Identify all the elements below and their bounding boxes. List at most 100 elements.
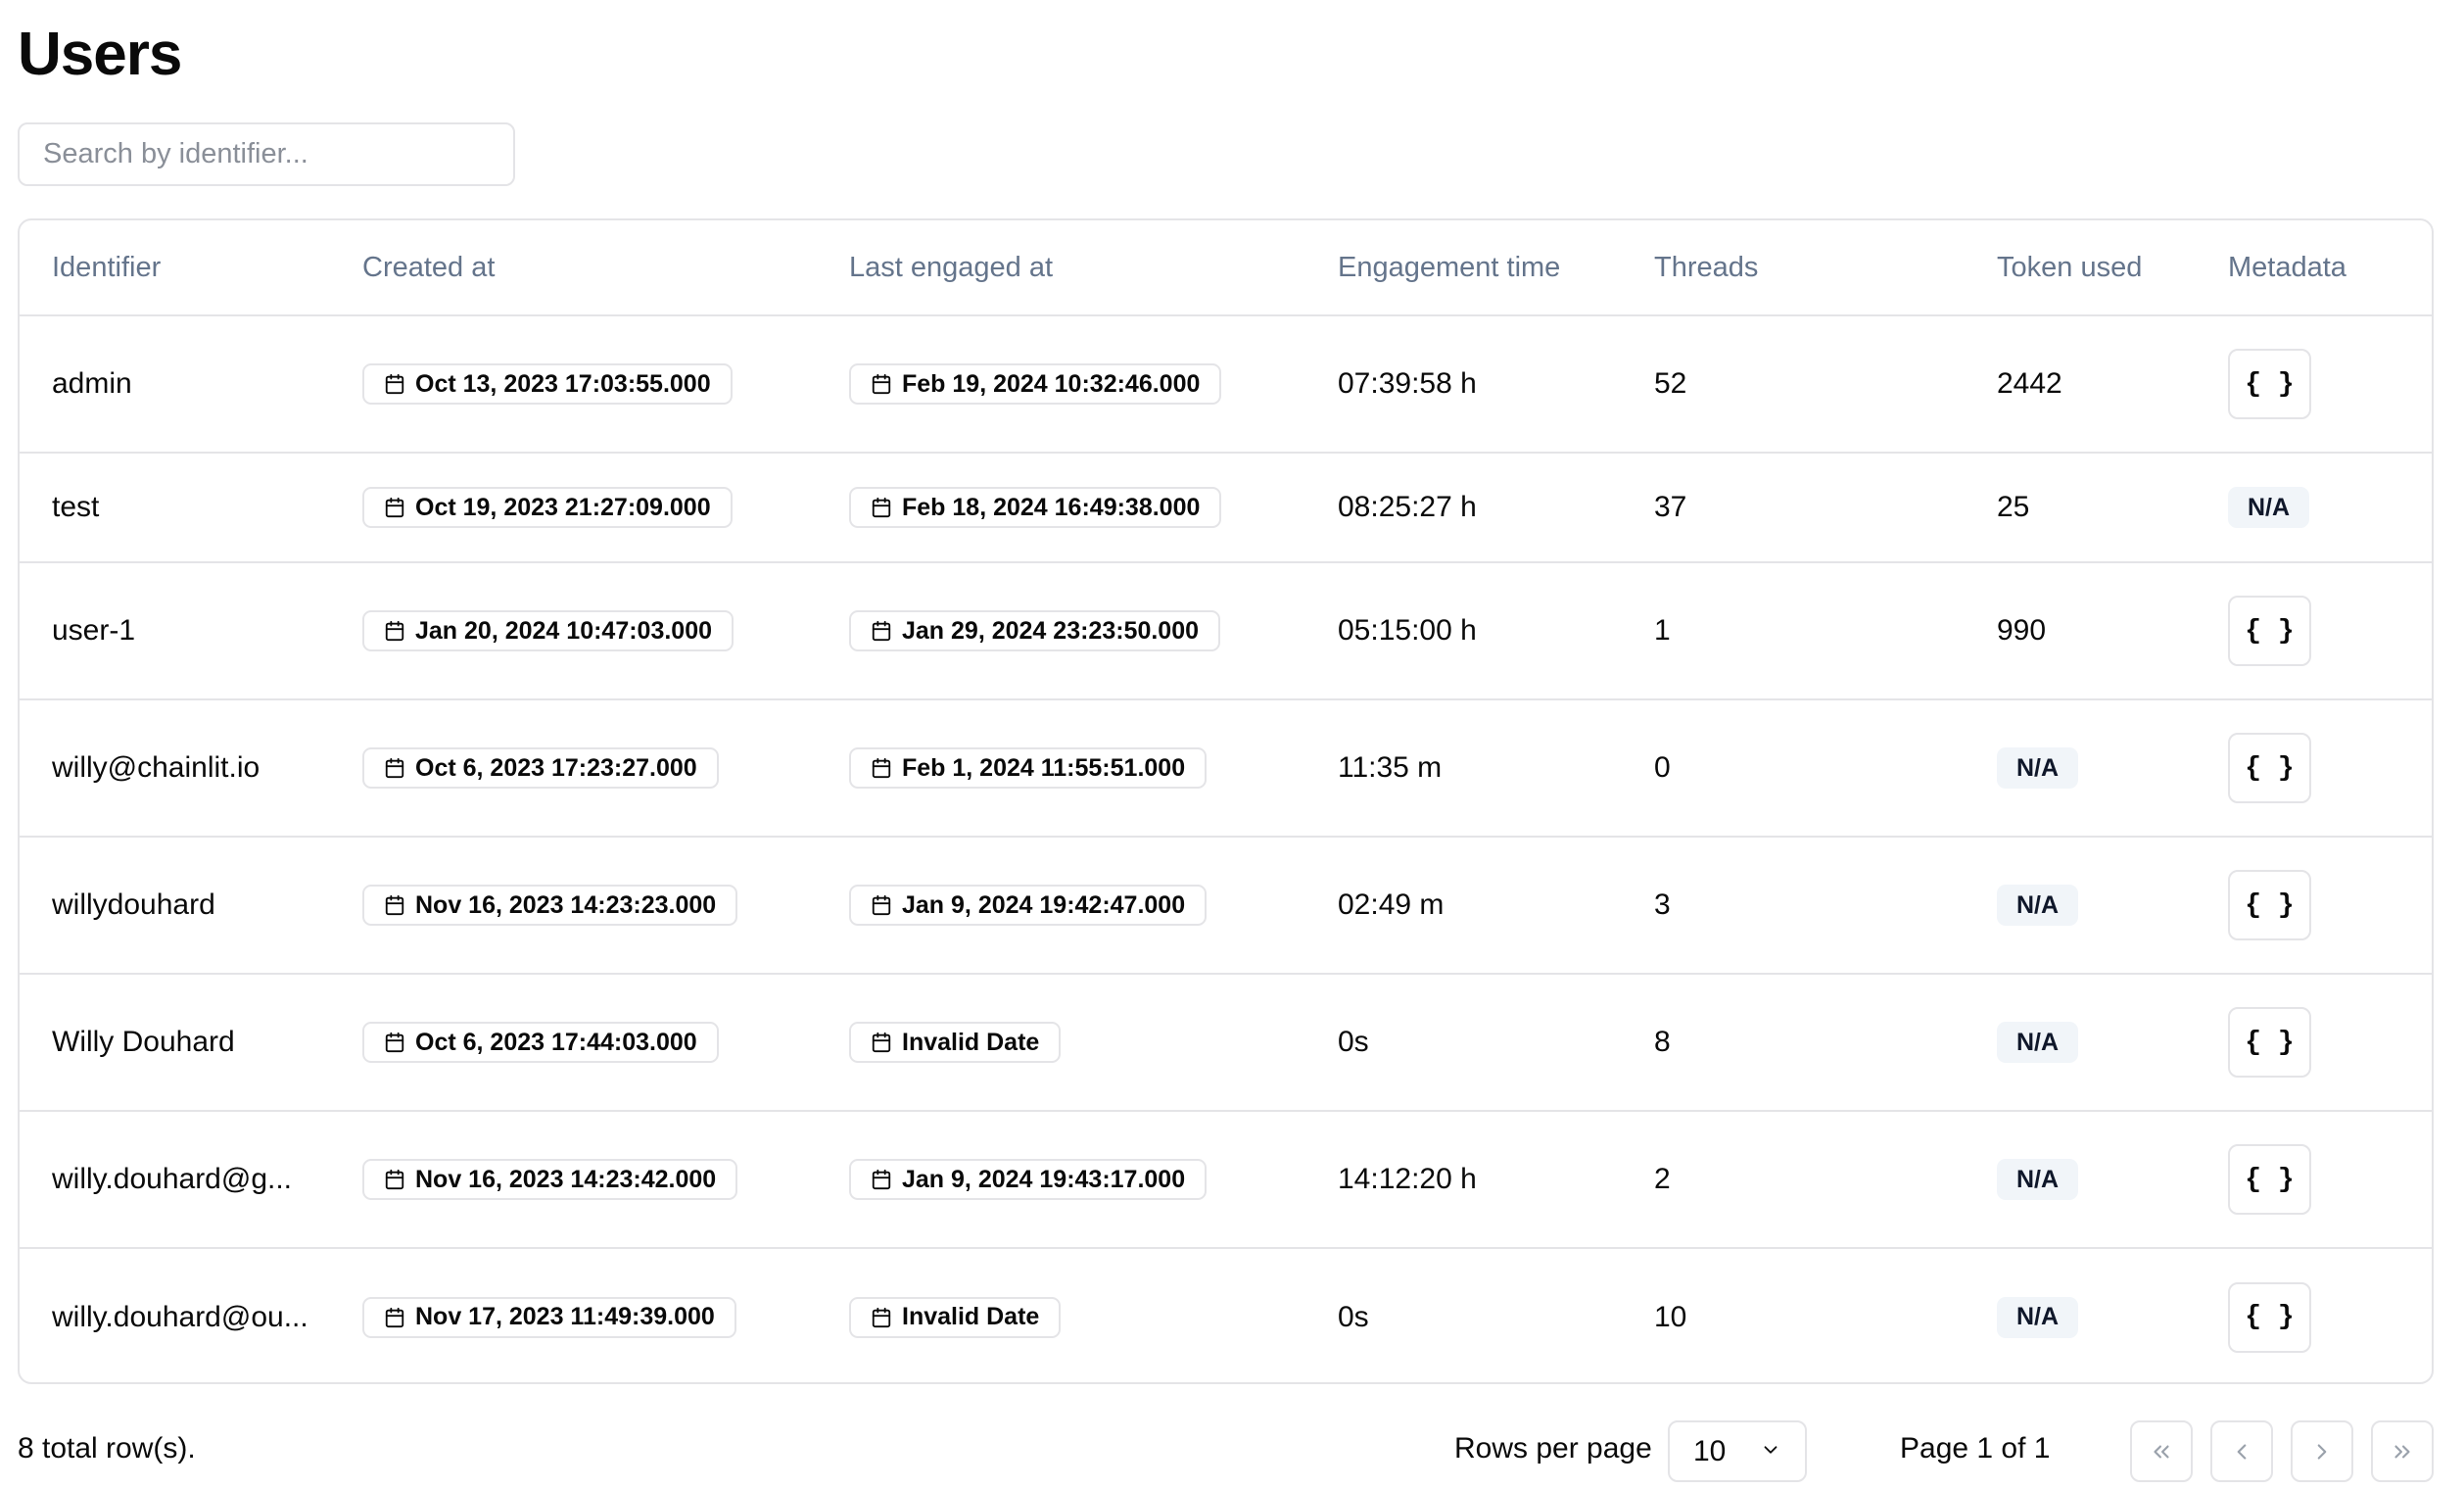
table-row: user-1 Jan 20, 2024 10:47:03.000 Jan 29, 2… [20, 562, 2432, 699]
metadata-button[interactable]: { } [2228, 1281, 2311, 1353]
metadata-button[interactable]: { } [2228, 596, 2311, 666]
token-na-badge: N/A [1997, 1296, 2079, 1338]
last-engaged-at-badge: Invalid Date [849, 1296, 1062, 1338]
threads-cell: 52 [1654, 367, 1687, 400]
metadata-button[interactable]: { } [2228, 349, 2311, 419]
last-engaged-at-value: Feb 18, 2024 16:49:38.000 [902, 493, 1201, 521]
last-engaged-at-cell: Feb 19, 2024 10:32:46.000 [849, 315, 1338, 453]
first-page-button[interactable] [2130, 1420, 2193, 1482]
last-engaged-at-badge: Invalid Date [849, 1022, 1062, 1063]
metadata-button[interactable]: { } [2228, 733, 2311, 803]
metadata-na-badge: N/A [2228, 487, 2310, 528]
created-at-value: Oct 19, 2023 21:27:09.000 [415, 493, 711, 521]
header-threads: Threads [1654, 220, 1997, 316]
token-used-cell: 25 [1997, 453, 2228, 562]
created-at-badge: Nov 16, 2023 14:23:42.000 [362, 1159, 738, 1200]
header-identifier: Identifier [20, 220, 362, 316]
chevron-right-icon [2309, 1439, 2335, 1465]
created-at-value: Oct 6, 2023 17:44:03.000 [415, 1028, 697, 1056]
calendar-icon [871, 1169, 892, 1190]
calendar-icon [384, 757, 405, 779]
metadata-button[interactable]: { } [2228, 1144, 2311, 1215]
page-info: Page 1 of 1 [1900, 1432, 2051, 1465]
token-used-cell: N/A [1997, 699, 2228, 837]
users-page: Users Identifier Created at Last engaged… [0, 0, 2464, 1489]
last-engaged-at-badge: Jan 9, 2024 19:42:47.000 [849, 885, 1208, 926]
metadata-cell: N/A [2228, 453, 2432, 562]
created-at-badge: Nov 17, 2023 11:49:39.000 [362, 1296, 736, 1338]
created-at-value: Nov 16, 2023 14:23:42.000 [415, 1165, 717, 1193]
last-engaged-at-value: Jan 9, 2024 19:42:47.000 [902, 890, 1186, 919]
last-engaged-at-badge: Jan 29, 2024 23:23:50.000 [849, 610, 1221, 651]
last-page-button[interactable] [2371, 1420, 2434, 1482]
token-used-cell: 990 [1997, 562, 2228, 699]
token-used-cell: N/A [1997, 1111, 2228, 1248]
last-engaged-at-badge: Feb 1, 2024 11:55:51.000 [849, 747, 1208, 789]
last-engaged-at-cell: Jan 9, 2024 19:43:17.000 [849, 1111, 1338, 1248]
last-engaged-at-value: Invalid Date [902, 1028, 1040, 1056]
engagement-time-cell: 02:49 m [1338, 889, 1445, 921]
metadata-button[interactable]: { } [2228, 870, 2311, 940]
identifier-cell: willy.douhard@g... [52, 1163, 293, 1195]
engagement-time-cell: 11:35 m [1338, 751, 1443, 784]
identifier-cell: user-1 [52, 614, 136, 647]
engagement-time-cell: 05:15:00 h [1338, 614, 1477, 647]
metadata-cell: { } [2228, 1111, 2432, 1248]
created-at-value: Jan 20, 2024 10:47:03.000 [415, 616, 713, 645]
engagement-time-cell: 0s [1338, 1026, 1369, 1058]
next-page-button[interactable] [2291, 1420, 2353, 1482]
token-used-value: 990 [1997, 614, 2047, 647]
last-engaged-at-cell: Feb 18, 2024 16:49:38.000 [849, 453, 1338, 562]
created-at-cell: Nov 16, 2023 14:23:23.000 [362, 837, 849, 974]
calendar-icon [384, 1032, 405, 1053]
metadata-cell: { } [2228, 1248, 2432, 1382]
created-at-badge: Oct 6, 2023 17:44:03.000 [362, 1022, 719, 1063]
metadata-cell: { } [2228, 837, 2432, 974]
created-at-cell: Oct 13, 2023 17:03:55.000 [362, 315, 849, 453]
metadata-button[interactable]: { } [2228, 1007, 2311, 1078]
calendar-icon [384, 620, 405, 642]
calendar-icon [384, 1307, 405, 1328]
table-row: willydouhard Nov 16, 2023 14:23:23.000 Jan… [20, 837, 2432, 974]
created-at-badge: Jan 20, 2024 10:47:03.000 [362, 610, 734, 651]
rows-per-page-select[interactable]: 10 [1668, 1420, 1807, 1482]
rows-per-page-value: 10 [1693, 1434, 1727, 1467]
last-engaged-at-value: Jan 9, 2024 19:43:17.000 [902, 1165, 1186, 1193]
token-used-cell: N/A [1997, 1248, 2228, 1382]
search-input[interactable] [18, 122, 515, 186]
calendar-icon [871, 620, 892, 642]
previous-page-button[interactable] [2210, 1420, 2273, 1482]
created-at-cell: Nov 16, 2023 14:23:42.000 [362, 1111, 849, 1248]
token-used-cell: N/A [1997, 974, 2228, 1111]
threads-cell: 3 [1654, 889, 1671, 921]
calendar-icon [871, 373, 892, 395]
header-metadata: Metadata [2228, 220, 2432, 316]
token-used-value: 25 [1997, 491, 2030, 523]
calendar-icon [384, 1169, 405, 1190]
metadata-cell: { } [2228, 562, 2432, 699]
table-row: Willy Douhard Oct 6, 2023 17:44:03.000 Inv… [20, 974, 2432, 1111]
identifier-cell: admin [52, 367, 132, 400]
threads-cell: 8 [1654, 1026, 1671, 1058]
last-engaged-at-badge: Feb 19, 2024 10:32:46.000 [849, 363, 1222, 405]
page-title: Users [18, 21, 182, 88]
last-engaged-at-cell: Feb 1, 2024 11:55:51.000 [849, 699, 1338, 837]
token-na-badge: N/A [1997, 1159, 2079, 1200]
calendar-icon [871, 1307, 892, 1328]
metadata-cell: { } [2228, 315, 2432, 453]
metadata-cell: { } [2228, 974, 2432, 1111]
total-rows-count: 8 total row(s). [18, 1432, 196, 1465]
chevron-left-icon [2229, 1439, 2254, 1465]
created-at-value: Oct 6, 2023 17:23:27.000 [415, 753, 697, 782]
threads-cell: 37 [1654, 491, 1687, 523]
token-used-cell: N/A [1997, 837, 2228, 974]
engagement-time-cell: 07:39:58 h [1338, 367, 1477, 400]
calendar-icon [384, 497, 405, 518]
created-at-badge: Oct 13, 2023 17:03:55.000 [362, 363, 733, 405]
engagement-time-cell: 0s [1338, 1300, 1369, 1333]
last-engaged-at-badge: Feb 18, 2024 16:49:38.000 [849, 487, 1222, 528]
last-engaged-at-value: Jan 29, 2024 23:23:50.000 [902, 616, 1200, 645]
calendar-icon [871, 894, 892, 916]
header-created-at: Created at [362, 220, 849, 316]
metadata-cell: { } [2228, 699, 2432, 837]
